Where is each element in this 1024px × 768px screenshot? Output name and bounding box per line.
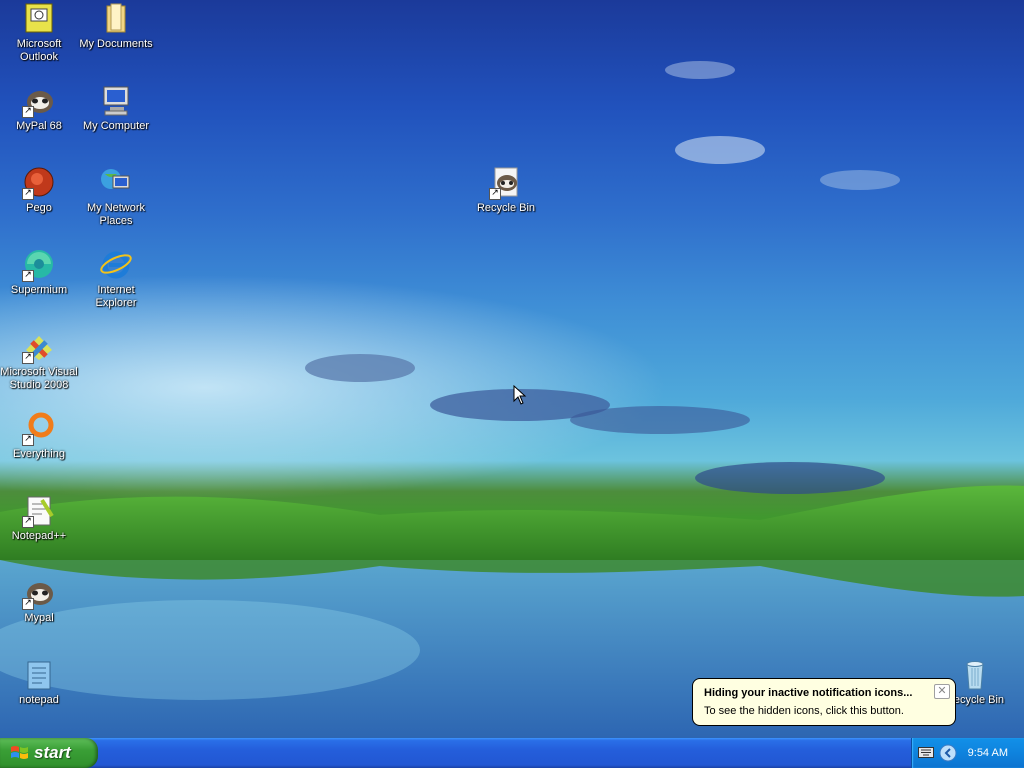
shortcut-arrow-icon: ↗ bbox=[22, 434, 34, 446]
desktop-icon-label: Microsoft Visual Studio 2008 bbox=[0, 366, 78, 391]
desktop-icon-label: notepad bbox=[19, 694, 59, 706]
desktop-icon-label: Notepad++ bbox=[11, 530, 67, 542]
taskbar: start 9:54 AM bbox=[0, 738, 1024, 768]
start-button[interactable]: start bbox=[0, 738, 98, 768]
network-icon bbox=[99, 166, 133, 200]
notification-balloon[interactable]: Hiding your inactive notification icons.… bbox=[692, 678, 956, 726]
desktop-icon-recycle-bin-shortcut[interactable]: ↗ Recycle Bin bbox=[467, 166, 545, 215]
visual-studio-icon: ↗ bbox=[22, 330, 56, 364]
desktop-icon-pego[interactable]: ↗ Pego bbox=[0, 166, 78, 215]
desktop-icon-network-places[interactable]: My Network Places bbox=[77, 166, 155, 228]
shortcut-arrow-icon: ↗ bbox=[22, 516, 34, 528]
pego-icon: ↗ bbox=[22, 166, 56, 200]
desktop-icon-label: Pego bbox=[26, 202, 52, 214]
desktop-icon-outlook[interactable]: Microsoft Outlook bbox=[0, 2, 78, 64]
shortcut-arrow-icon: ↗ bbox=[22, 188, 34, 200]
desktop-icon-internet-explorer[interactable]: Internet Explorer bbox=[77, 248, 155, 310]
shortcut-arrow-icon: ↗ bbox=[22, 270, 34, 282]
balloon-text: To see the hidden icons, click this butt… bbox=[704, 705, 904, 717]
clock[interactable]: 9:54 AM bbox=[968, 747, 1008, 759]
windows-logo-icon bbox=[11, 746, 28, 759]
desktop-icon-label: MyPal 68 bbox=[16, 120, 62, 132]
desktop-icon-label: Microsoft Outlook bbox=[16, 38, 62, 63]
desktop-icon-mypal[interactable]: ↗ Mypal bbox=[0, 576, 78, 625]
desktop-icon-label: Recycle Bin bbox=[476, 202, 536, 214]
mypal-icon: ↗ bbox=[22, 84, 56, 118]
desktop-icon-label: Internet Explorer bbox=[95, 284, 137, 309]
shortcut-arrow-icon: ↗ bbox=[22, 598, 34, 610]
desktop-icon-label: My Computer bbox=[82, 120, 150, 132]
desktop-icon-label: My Documents bbox=[79, 38, 153, 50]
desktop-icon-my-computer[interactable]: My Computer bbox=[77, 84, 155, 133]
mouse-cursor-icon bbox=[513, 385, 527, 405]
desktop-icon-label: Everything bbox=[13, 448, 65, 460]
desktop-icon-supermium[interactable]: ↗ Supermium bbox=[0, 248, 78, 297]
shortcut-arrow-icon: ↗ bbox=[22, 106, 34, 118]
outlook-icon bbox=[22, 2, 56, 36]
start-label: start bbox=[34, 743, 71, 762]
desktop-icon-notepadpp[interactable]: ↗ Notepad++ bbox=[0, 494, 78, 543]
shortcut-arrow-icon: ↗ bbox=[489, 188, 501, 200]
desktop-icon-everything[interactable]: ↗ Everything bbox=[0, 412, 78, 461]
keyboard-icon[interactable] bbox=[918, 747, 934, 759]
desktop-icon-notepad[interactable]: notepad bbox=[0, 658, 78, 707]
desktop-icon-visual-studio[interactable]: ↗ Microsoft Visual Studio 2008 bbox=[0, 330, 78, 392]
mypal-icon: ↗ bbox=[22, 576, 56, 610]
notepad-icon bbox=[22, 658, 56, 692]
system-tray: 9:54 AM bbox=[911, 738, 1024, 768]
balloon-title: Hiding your inactive notification icons.… bbox=[704, 687, 913, 699]
desktop-icon-label: Supermium bbox=[10, 284, 68, 296]
desktop-icon-my-documents[interactable]: My Documents bbox=[77, 2, 155, 51]
notepadpp-icon: ↗ bbox=[22, 494, 56, 528]
desktop-icon-label: My Network Places bbox=[86, 202, 146, 227]
show-hidden-icons-button[interactable] bbox=[939, 744, 957, 762]
supermium-icon: ↗ bbox=[22, 248, 56, 282]
balloon-close-button[interactable]: ✕ bbox=[934, 684, 950, 699]
ie-icon bbox=[99, 248, 133, 282]
computer-icon bbox=[99, 84, 133, 118]
shortcut-arrow-icon: ↗ bbox=[22, 352, 34, 364]
everything-icon: ↗ bbox=[22, 412, 56, 446]
desktop-icon-label: Mypal bbox=[24, 612, 54, 624]
mypal-shortcut-icon: ↗ bbox=[489, 166, 523, 200]
desktop-icon-mypal-68[interactable]: ↗ MyPal 68 bbox=[0, 84, 78, 133]
recycle-bin-icon bbox=[958, 658, 992, 692]
folder-icon bbox=[99, 2, 133, 36]
